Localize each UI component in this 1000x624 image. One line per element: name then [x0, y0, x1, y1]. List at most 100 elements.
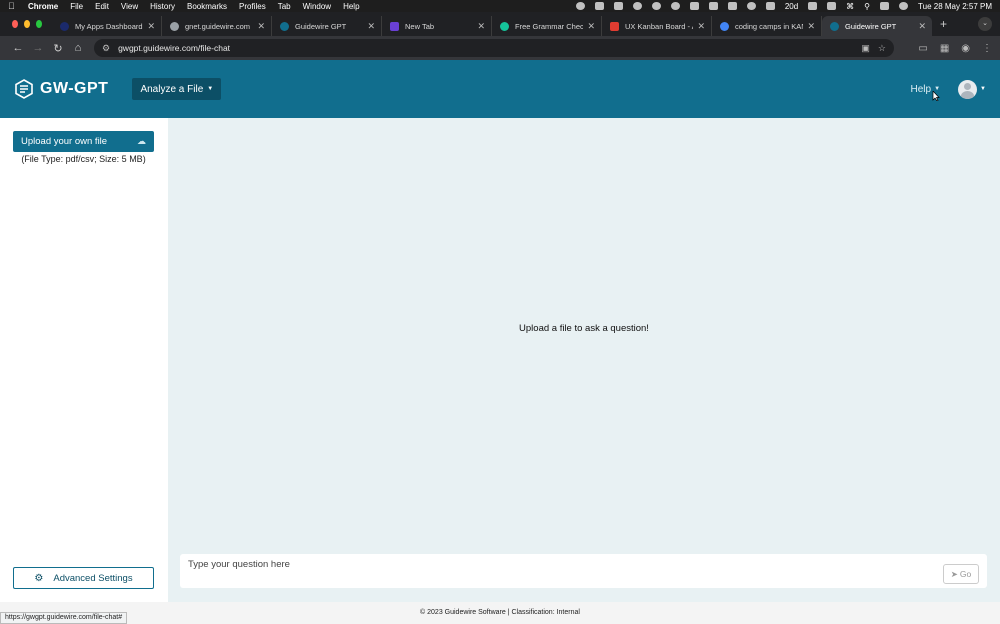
- menu-app-name[interactable]: Chrome: [28, 2, 58, 11]
- upload-file-button[interactable]: Upload your own file ☁: [13, 131, 154, 152]
- zoom-window-icon[interactable]: [36, 20, 42, 28]
- tab-strip: My Apps Dashboard | ✕ gnet.guidewire.com ✕…: [0, 12, 1000, 36]
- browser-tab[interactable]: My Apps Dashboard | ✕: [52, 16, 162, 36]
- site-info-icon[interactable]: ⚙: [102, 43, 110, 54]
- cast-icon[interactable]: ▣: [861, 43, 870, 54]
- address-bar[interactable]: ⚙ gwgpt.guidewire.com/file-chat ▣ ☆: [94, 39, 894, 57]
- menu-help[interactable]: Help: [343, 2, 359, 11]
- browser-tab[interactable]: Free Grammar Checker✕: [492, 16, 602, 36]
- lock-icon[interactable]: [727, 2, 737, 10]
- forward-icon[interactable]: →: [28, 42, 48, 54]
- time-machine-icon[interactable]: [746, 2, 756, 10]
- browser-tab-active[interactable]: Guidewire GPT ✕: [822, 16, 932, 36]
- menu-window[interactable]: Window: [303, 2, 331, 11]
- chat-area: Upload a file to ask a question! ➤ Go: [168, 118, 1000, 602]
- tab-title: Guidewire GPT: [295, 21, 347, 31]
- siri-icon[interactable]: [899, 2, 909, 10]
- chat-icon[interactable]: [670, 2, 680, 10]
- close-tab-icon[interactable]: ✕: [807, 21, 815, 32]
- extension-icon[interactable]: [613, 2, 623, 10]
- calendar-status-text[interactable]: 20d: [785, 2, 798, 11]
- more-menu-icon[interactable]: ⋮: [982, 43, 992, 54]
- profile-icon[interactable]: ◉: [961, 43, 970, 54]
- empty-state-message: Upload a file to ask a question!: [519, 323, 649, 334]
- tab-title: Guidewire GPT: [845, 21, 897, 31]
- keyboard-input-icon[interactable]: [708, 2, 718, 10]
- menu-edit[interactable]: Edit: [95, 2, 109, 11]
- app-status-icon[interactable]: [808, 2, 818, 10]
- battery-icon[interactable]: [827, 2, 837, 10]
- logo-mark-icon: [15, 79, 33, 99]
- sidebar: Upload your own file ☁ (File Type: pdf/c…: [0, 118, 168, 602]
- sync-icon[interactable]: [632, 2, 642, 10]
- close-tab-icon[interactable]: ✕: [147, 21, 155, 32]
- home-icon[interactable]: ⌂: [68, 42, 88, 54]
- bluetooth-icon[interactable]: [689, 2, 699, 10]
- menu-tab[interactable]: Tab: [278, 2, 291, 11]
- gw-gpt-logo[interactable]: GW-GPT: [14, 79, 108, 99]
- advanced-settings-button[interactable]: ⚙ Advanced Settings: [13, 567, 154, 589]
- tab-title: Free Grammar Checker: [515, 21, 584, 31]
- menu-bookmarks[interactable]: Bookmarks: [187, 2, 227, 11]
- favicon-icon: [390, 21, 399, 31]
- browser-toolbar: ← → ↻ ⌂ ⚙ gwgpt.guidewire.com/file-chat …: [0, 36, 1000, 60]
- chevron-down-icon: ▼: [207, 86, 214, 92]
- reload-icon[interactable]: ↻: [48, 42, 68, 55]
- close-tab-icon[interactable]: ✕: [477, 21, 485, 32]
- tab-title: gnet.guidewire.com: [185, 21, 251, 31]
- datetime[interactable]: Tue 28 May 2:57 PM: [918, 2, 992, 11]
- go-label: Go: [959, 569, 972, 579]
- cloud-upload-icon: ☁: [137, 136, 146, 146]
- new-tab-icon[interactable]: +: [940, 17, 947, 31]
- browser-tab[interactable]: New Tab ✕: [382, 16, 492, 36]
- gear-icon: ⚙: [34, 572, 44, 584]
- search-icon[interactable]: ⚲: [864, 2, 870, 11]
- address-url[interactable]: gwgpt.guidewire.com/file-chat: [118, 43, 853, 53]
- go-button[interactable]: ➤ Go: [943, 564, 979, 584]
- menu-file[interactable]: File: [70, 2, 83, 11]
- question-input[interactable]: [188, 559, 943, 570]
- browser-tab[interactable]: gnet.guidewire.com ✕: [162, 16, 272, 36]
- menu-profiles[interactable]: Profiles: [239, 2, 266, 11]
- advanced-settings-label: Advanced Settings: [53, 572, 133, 584]
- browser-tab[interactable]: Guidewire GPT ✕: [272, 16, 382, 36]
- close-tab-icon[interactable]: ✕: [918, 21, 926, 32]
- tab-title: My Apps Dashboard |: [75, 21, 144, 31]
- favicon-icon: [60, 21, 69, 31]
- wifi-icon[interactable]: ⌘: [846, 2, 854, 11]
- minimize-window-icon[interactable]: [24, 20, 30, 28]
- status-bar-url: https://gwgpt.guidewire.com/file-chat#: [0, 612, 128, 624]
- close-tab-icon[interactable]: ✕: [587, 21, 595, 32]
- send-icon: ➤: [950, 568, 958, 579]
- close-tab-icon[interactable]: ✕: [367, 21, 375, 32]
- cloud-icon[interactable]: [765, 2, 775, 10]
- favicon-icon: [610, 21, 619, 31]
- browser-tab[interactable]: UX Kanban Board - Ag ✕: [602, 16, 712, 36]
- menu-view[interactable]: View: [121, 2, 138, 11]
- extensions-icon[interactable]: ▦: [940, 43, 949, 54]
- close-tab-icon[interactable]: ✕: [697, 21, 705, 32]
- avatar: [958, 79, 978, 99]
- reading-mode-icon[interactable]: ▭: [918, 43, 927, 54]
- menu-history[interactable]: History: [150, 2, 175, 11]
- dropbox-icon[interactable]: [594, 2, 604, 10]
- mouse-pointer-icon: [932, 91, 940, 101]
- tab-search-icon[interactable]: ⌄: [978, 17, 992, 31]
- favicon-icon: [720, 21, 729, 31]
- upload-file-label: Upload your own file: [21, 136, 108, 147]
- record-icon[interactable]: [575, 2, 585, 10]
- browser-tab[interactable]: coding camps in KANS ✕: [712, 16, 822, 36]
- close-window-icon[interactable]: [12, 20, 18, 28]
- close-tab-icon[interactable]: ✕: [257, 21, 265, 32]
- help-label: Help: [910, 83, 932, 95]
- control-center-icon[interactable]: [880, 2, 890, 10]
- apple-icon[interactable]: : [8, 1, 18, 11]
- tab-title: UX Kanban Board - Ag: [625, 21, 694, 31]
- bookmark-star-icon[interactable]: ☆: [878, 43, 886, 54]
- user-menu[interactable]: ▼: [958, 79, 986, 99]
- back-icon[interactable]: ←: [8, 42, 28, 54]
- analyze-file-dropdown[interactable]: Analyze a File ▼: [132, 78, 222, 100]
- app-header: GW-GPT Analyze a File ▼ Help ▼ ▼: [0, 60, 1000, 118]
- check-icon[interactable]: [651, 2, 661, 10]
- toolbar-right: ▭ ▦ ◉ ⋮: [918, 43, 992, 54]
